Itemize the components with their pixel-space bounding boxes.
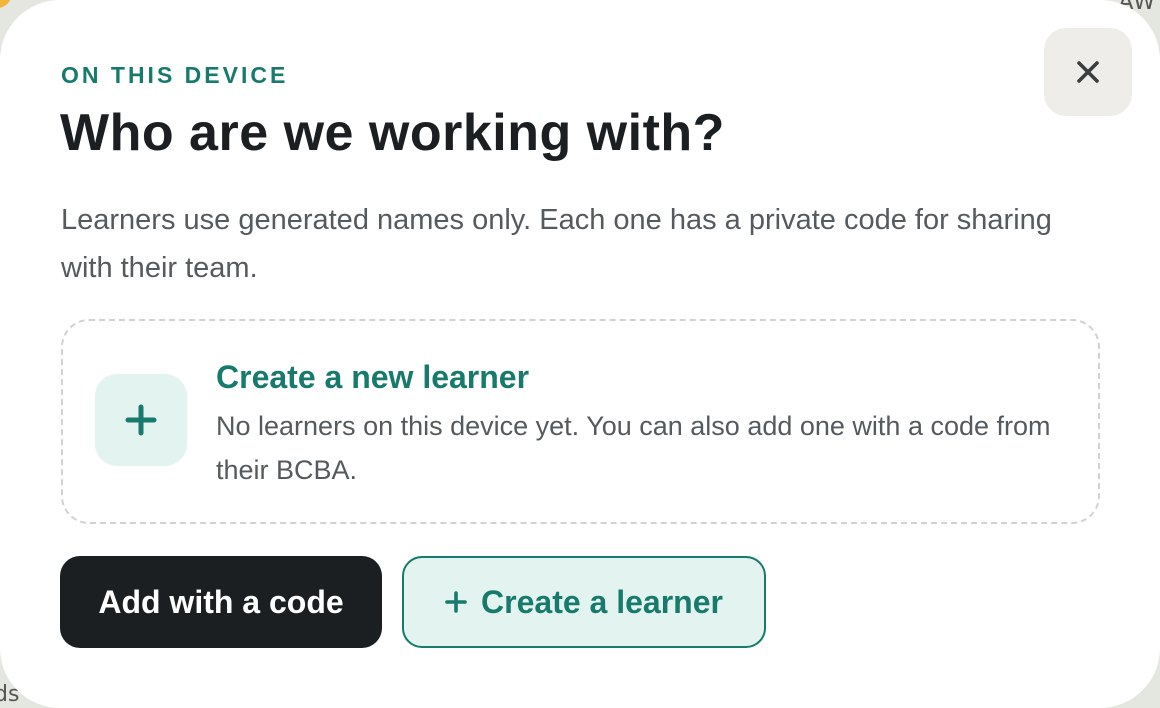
section-eyebrow: ON THIS DEVICE xyxy=(61,62,289,88)
create-learner-label: Create a learner xyxy=(481,583,723,620)
learner-picker-modal: ON THIS DEVICE Who are we working with? … xyxy=(0,0,1160,708)
card-title: Create a new learner xyxy=(216,359,530,395)
close-button[interactable] xyxy=(1044,28,1132,116)
background-badge xyxy=(0,0,12,8)
add-with-code-label: Add with a code xyxy=(98,583,344,620)
modal-description: Learners use generated names only. Each … xyxy=(61,204,1052,284)
add-with-code-button[interactable]: Add with a code xyxy=(60,556,382,648)
plus-icon xyxy=(125,404,157,436)
modal-title: Who are we working with? xyxy=(60,104,725,162)
plus-icon xyxy=(445,591,467,613)
create-learner-card[interactable]: Create a new learner No learners on this… xyxy=(61,319,1100,524)
plus-icon-tile xyxy=(95,374,187,466)
card-description: No learners on this device yet. You can … xyxy=(216,411,1051,485)
close-icon xyxy=(1077,61,1099,83)
create-learner-button[interactable]: Create a learner xyxy=(402,556,766,648)
